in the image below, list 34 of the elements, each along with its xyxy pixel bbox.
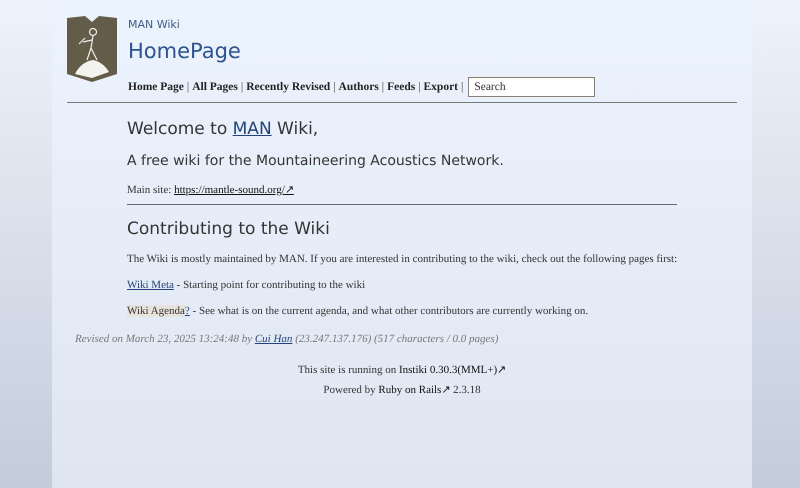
footer-text: This site is running on Instiki 0.30.3(MML+)↗: [296, 363, 508, 376]
footer-text: Powered by Ruby on Rails↗ 2.3.18: [322, 383, 482, 396]
page-entry-text: Wiki Agenda? - See what is on the current agenda, and what other contributors are currently working on.: [127, 305, 590, 317]
page-entry-text: Wiki Meta - Starting point for contributing to the wiki: [127, 279, 366, 291]
author-link[interactable]: Cui Han: [254, 333, 292, 345]
nav-link[interactable]: All Pages: [192, 81, 238, 93]
nav-separator: |: [186, 81, 190, 93]
nav-separator: |: [240, 81, 244, 93]
revision-info: Revised on March 23, 2025 13:24:48 by Cui Han (23.247.137.176) (517 characters / 0.0 pages): [75, 333, 500, 345]
nav-link[interactable]: Authors: [338, 81, 379, 93]
tagline-text: A free wiki for the Mountaineering Acoustics Network.: [127, 153, 505, 169]
section-heading: Contributing to the Wiki: [127, 219, 331, 239]
create-page-link[interactable]: ?: [184, 305, 190, 317]
welcome-heading: Welcome to MAN Wiki,: [127, 119, 320, 139]
main-site-link[interactable]: https://mantle-sound.org/↗: [174, 184, 294, 196]
nav-separator: |: [461, 81, 464, 93]
main-site-text: Main site: https://mantle-sound.org/↗: [127, 183, 295, 196]
man-link[interactable]: MAN: [232, 119, 272, 139]
nav-separator: |: [382, 81, 384, 93]
footer-link[interactable]: Ruby on Rails↗: [378, 384, 450, 396]
site-name[interactable]: MAN Wiki: [128, 18, 596, 31]
nav-separator: |: [418, 81, 421, 93]
missing-page-name: Wiki Agenda: [127, 305, 185, 317]
intro-text: The Wiki is mostly maintained by MAN. If you are interested in contributing to the wiki, check out the following pages first:: [127, 253, 677, 265]
search-field[interactable]: Search: [468, 77, 596, 97]
nav-link[interactable]: Home Page: [128, 81, 184, 93]
nav-link[interactable]: Recently Revised: [246, 81, 330, 93]
nav-link[interactable]: Export: [424, 81, 458, 93]
footer-link[interactable]: Instiki 0.30.3(MML+)↗: [398, 364, 506, 376]
nav-link[interactable]: Feeds: [387, 81, 416, 93]
book-logo-icon: [67, 16, 117, 84]
wiki-page-link[interactable]: Wiki Meta: [127, 279, 174, 291]
nav-separator: |: [333, 81, 336, 93]
page-title: HomePage: [128, 39, 242, 63]
